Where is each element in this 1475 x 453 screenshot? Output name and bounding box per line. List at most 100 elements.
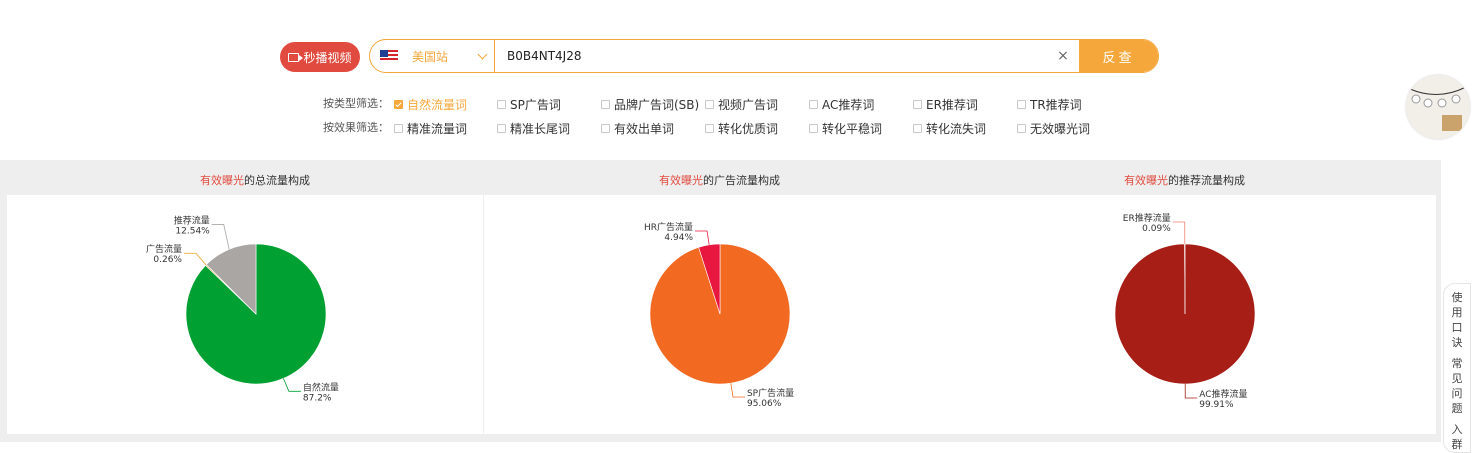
usage-tips-link[interactable]: 使 用 口 诀 [1444, 290, 1470, 350]
effect-filter-option[interactable]: 转化流失词 [913, 120, 986, 137]
pie-chart-recommend: AC推荐流量99.91%ER推荐流量0.09% [960, 195, 1436, 434]
slice-value-label: 0.26% [153, 255, 182, 265]
light-bulbs-icon [1406, 75, 1470, 139]
slice-label: HR广告流量 [644, 221, 693, 233]
leader-line [283, 378, 300, 391]
effect-filter-option-label: 无效曝光词 [1030, 120, 1090, 137]
type-filter-option-label: 品牌广告词(SB) [614, 96, 699, 113]
chevron-down-icon [478, 49, 488, 59]
promo-badge[interactable] [1406, 75, 1470, 139]
leader-line [1185, 384, 1197, 398]
type-filter-option[interactable]: 自然流量词 [394, 96, 467, 113]
type-filter-label: 按类型筛选： [323, 95, 393, 111]
slice-value-label: 0.09% [1142, 224, 1171, 234]
type-filter-option[interactable]: AC推荐词 [809, 96, 874, 113]
leader-line [731, 383, 745, 397]
checkbox-icon[interactable] [913, 100, 922, 109]
chart-title-highlight: 有效曝光 [1124, 174, 1168, 187]
chart-title-highlight: 有效曝光 [659, 174, 703, 187]
checkbox-icon[interactable] [913, 124, 922, 133]
effect-filter-row: 按效果筛选： [323, 119, 393, 135]
reverse-search-button[interactable]: 反查 [1079, 40, 1158, 72]
checkbox-icon[interactable] [601, 100, 610, 109]
effect-filter-option[interactable]: 精准长尾词 [497, 120, 570, 137]
chart-title-recommend: 有效曝光的推荐流量构成 [1124, 172, 1245, 188]
effect-filter-option[interactable]: 转化平稳词 [809, 120, 882, 137]
effect-filter-option-label: 转化优质词 [718, 120, 778, 137]
join-group-link[interactable]: 入 群 [1444, 422, 1470, 452]
type-filter-option[interactable]: 视频广告词 [705, 96, 778, 113]
faq-link[interactable]: 常 见 问 题 [1444, 356, 1470, 416]
effect-filter-option[interactable]: 有效出单词 [601, 120, 674, 137]
chart-title-text: 的总流量构成 [244, 174, 310, 187]
side-help-tab: 使 用 口 诀 常 见 问 题 入 群 [1443, 283, 1471, 453]
usage-tips-char: 使 [1444, 290, 1470, 305]
asin-search-input[interactable] [495, 39, 1051, 73]
faq-char: 见 [1444, 371, 1470, 386]
usage-tips-char: 口 [1444, 320, 1470, 335]
type-filter-option[interactable]: TR推荐词 [1017, 96, 1082, 113]
site-label: 美国站 [412, 48, 479, 65]
type-filter-option-label: 自然流量词 [407, 96, 467, 113]
type-filter-row: 按类型筛选： [323, 95, 393, 111]
effect-filter-option-label: 转化流失词 [926, 120, 986, 137]
leader-line [695, 231, 709, 245]
checkbox-icon[interactable] [497, 100, 506, 109]
type-filter-option-label: TR推荐词 [1030, 96, 1082, 113]
checkbox-icon[interactable] [705, 100, 714, 109]
chart-title-text: 的推荐流量构成 [1168, 174, 1245, 187]
slice-label: 自然流量 [303, 381, 339, 393]
checkbox-icon[interactable] [809, 124, 818, 133]
slice-value-label: 87.2% [303, 393, 332, 403]
chart-title-text: 的广告流量构成 [703, 174, 780, 187]
us-flag-icon [380, 50, 398, 62]
slice-label: 广告流量 [146, 243, 182, 255]
site-select[interactable]: 美国站 [370, 40, 495, 72]
scan-video-button[interactable]: 秒播视频 [280, 42, 360, 72]
checkbox-icon[interactable] [1017, 124, 1026, 133]
checkbox-icon[interactable] [497, 124, 506, 133]
slice-value-label: 4.94% [664, 233, 693, 243]
type-filter-option-label: 视频广告词 [718, 96, 778, 113]
checkbox-checked-icon[interactable] [394, 100, 403, 109]
clear-icon[interactable]: × [1051, 48, 1075, 64]
chart-title-highlight: 有效曝光 [200, 174, 244, 187]
scan-video-label: 秒播视频 [303, 49, 351, 66]
leader-line [184, 253, 206, 265]
effect-filter-option-label: 精准长尾词 [510, 120, 570, 137]
effect-filter-option[interactable]: 无效曝光词 [1017, 120, 1090, 137]
usage-tips-char: 诀 [1444, 335, 1470, 350]
leader-line [212, 224, 229, 249]
effect-filter-option-label: 转化平稳词 [822, 120, 882, 137]
faq-char: 常 [1444, 356, 1470, 371]
checkbox-icon[interactable] [705, 124, 714, 133]
effect-filter-option-label: 精准流量词 [407, 120, 467, 137]
effect-filter-option[interactable]: 精准流量词 [394, 120, 467, 137]
chart-title-ad: 有效曝光的广告流量构成 [659, 172, 780, 188]
faq-char: 问 [1444, 386, 1470, 401]
faq-char: 题 [1444, 401, 1470, 416]
pie-svg-recommend: AC推荐流量99.91%ER推荐流量0.09% [960, 195, 1436, 434]
pie-svg-total: 自然流量87.2%广告流量0.26%推荐流量12.54% [7, 195, 483, 434]
slice-value-label: 99.91% [1199, 400, 1234, 410]
checkbox-icon[interactable] [1017, 100, 1026, 109]
slice-value-label: 12.54% [175, 226, 210, 236]
usage-tips-char: 用 [1444, 305, 1470, 320]
type-filter-option-label: AC推荐词 [822, 96, 874, 113]
checkbox-icon[interactable] [601, 124, 610, 133]
pie-chart-ad: SP广告流量95.06%HR广告流量4.94% [484, 195, 960, 434]
effect-filter-label: 按效果筛选： [323, 119, 393, 135]
slice-label: ER推荐流量 [1123, 212, 1171, 224]
checkbox-icon[interactable] [394, 124, 403, 133]
type-filter-option-label: SP广告词 [510, 96, 561, 113]
checkbox-icon[interactable] [809, 100, 818, 109]
type-filter-option[interactable]: ER推荐词 [913, 96, 978, 113]
camera-icon [288, 53, 299, 62]
effect-filter-option-label: 有效出单词 [614, 120, 674, 137]
slice-value-label: 95.06% [747, 399, 782, 409]
join-group-char: 入 [1444, 422, 1470, 437]
type-filter-option[interactable]: SP广告词 [497, 96, 561, 113]
effect-filter-option[interactable]: 转化优质词 [705, 120, 778, 137]
chart-title-total: 有效曝光的总流量构成 [200, 172, 310, 188]
type-filter-option[interactable]: 品牌广告词(SB) [601, 96, 699, 113]
